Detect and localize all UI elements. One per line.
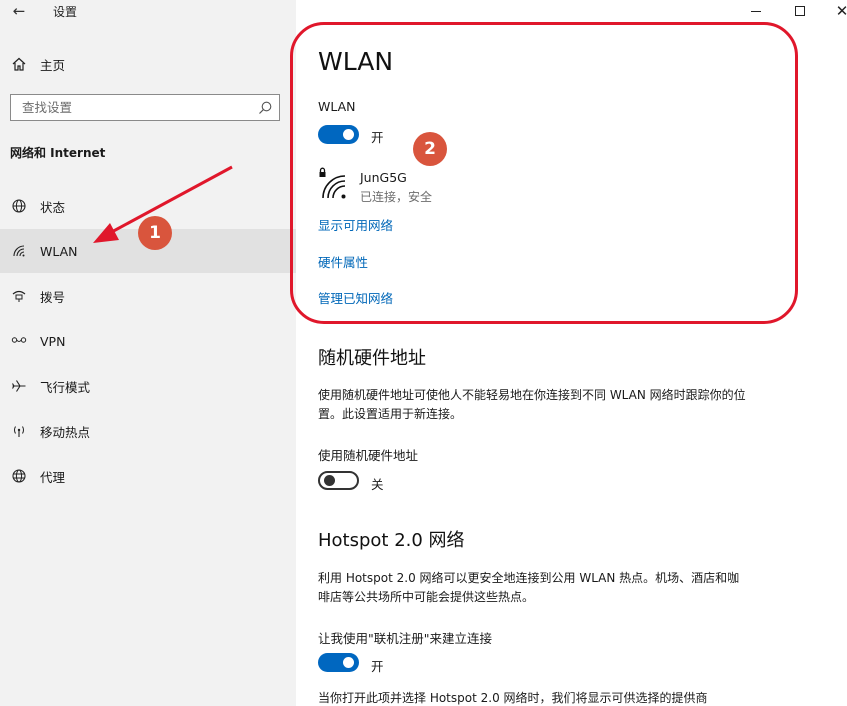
- search-input[interactable]: [11, 95, 251, 120]
- hotspot20-desc2: 当你打开此项并选择 Hotspot 2.0 网络时，我们将显示可供选择的提供商: [318, 691, 708, 705]
- airplane-icon: [10, 377, 28, 395]
- sidebar-item-label: 飞行模式: [40, 379, 91, 395]
- random-hw-toggle[interactable]: [318, 471, 359, 490]
- hotspot20-label: 让我使用"联机注册"来建立连接: [318, 631, 492, 646]
- annotation-badge-2: 2: [413, 132, 447, 166]
- sidebar-item-home[interactable]: 主页: [0, 50, 296, 78]
- wifi-icon: [10, 242, 28, 260]
- sidebar-item-label: 代理: [40, 469, 66, 485]
- sidebar-item-label: 移动热点: [40, 424, 91, 440]
- home-icon: [10, 55, 28, 73]
- minimize-icon[interactable]: [733, 0, 779, 22]
- sidebar-item-label: 状态: [40, 199, 66, 215]
- close-icon[interactable]: ✕: [819, 0, 847, 22]
- proxy-globe-icon: [10, 467, 28, 485]
- globe-status-icon: [10, 197, 28, 215]
- random-hw-label: 使用随机硬件地址: [318, 448, 419, 463]
- main-panel: WLAN WLAN 开 JunG5G 已连接，安全 显示可用网络 硬件属性 管理…: [296, 0, 847, 706]
- search-icon[interactable]: [257, 100, 273, 116]
- sidebar-item-vpn[interactable]: VPN: [0, 319, 296, 363]
- hotspot20-desc: 利用 Hotspot 2.0 网络可以更安全地连接到公用 WLAN 热点。机场、…: [318, 571, 740, 604]
- sidebar-item-hotspot[interactable]: 移动热点: [0, 409, 296, 453]
- random-hw-title: 随机硬件地址: [318, 348, 426, 369]
- manage-known-networks-link[interactable]: 管理已知网络: [318, 288, 393, 307]
- sidebar-item-airplane[interactable]: 飞行模式: [0, 364, 296, 408]
- wlan-toggle[interactable]: [318, 125, 359, 144]
- sidebar: ← 设置 主页 网络和 Internet 状态 WLAN 拨号: [0, 0, 296, 706]
- window-controls: ✕: [0, 0, 847, 22]
- section-heading: 网络和 Internet: [10, 146, 106, 160]
- sidebar-item-label: 主页: [40, 57, 66, 73]
- network-status: 已连接，安全: [360, 190, 433, 204]
- sidebar-item-proxy[interactable]: 代理: [0, 454, 296, 498]
- sidebar-item-label: VPN: [40, 333, 66, 349]
- network-name[interactable]: JunG5G: [360, 170, 407, 185]
- toggle-knob: [343, 657, 354, 668]
- hardware-properties-link[interactable]: 硬件属性: [318, 252, 368, 271]
- random-hw-toggle-state: 关: [371, 477, 384, 492]
- wlan-toggle-state: 开: [371, 130, 384, 145]
- dialup-phone-icon: [10, 287, 28, 305]
- show-available-networks-link[interactable]: 显示可用网络: [318, 215, 393, 234]
- toggle-knob: [343, 129, 354, 140]
- sidebar-item-dialup[interactable]: 拨号: [0, 274, 296, 318]
- hotspot20-toggle-state: 开: [371, 659, 384, 674]
- sidebar-item-label: WLAN: [40, 243, 78, 259]
- page-title: WLAN: [318, 47, 394, 76]
- hotspot20-toggle[interactable]: [318, 653, 359, 672]
- wlan-label: WLAN: [318, 99, 356, 114]
- wifi-secured-icon[interactable]: [318, 167, 348, 201]
- search-box[interactable]: [10, 94, 280, 121]
- hotspot20-title: Hotspot 2.0 网络: [318, 530, 465, 551]
- random-hw-desc: 使用随机硬件地址可使他人不能轻易地在你连接到不同 WLAN 网络时跟踪你的位置。…: [318, 388, 746, 421]
- vpn-icon: [10, 332, 28, 350]
- sidebar-item-label: 拨号: [40, 289, 66, 305]
- hotspot-icon: [10, 422, 28, 440]
- toggle-knob: [324, 475, 335, 486]
- maximize-icon[interactable]: [777, 0, 823, 22]
- annotation-badge-1: 1: [138, 216, 172, 250]
